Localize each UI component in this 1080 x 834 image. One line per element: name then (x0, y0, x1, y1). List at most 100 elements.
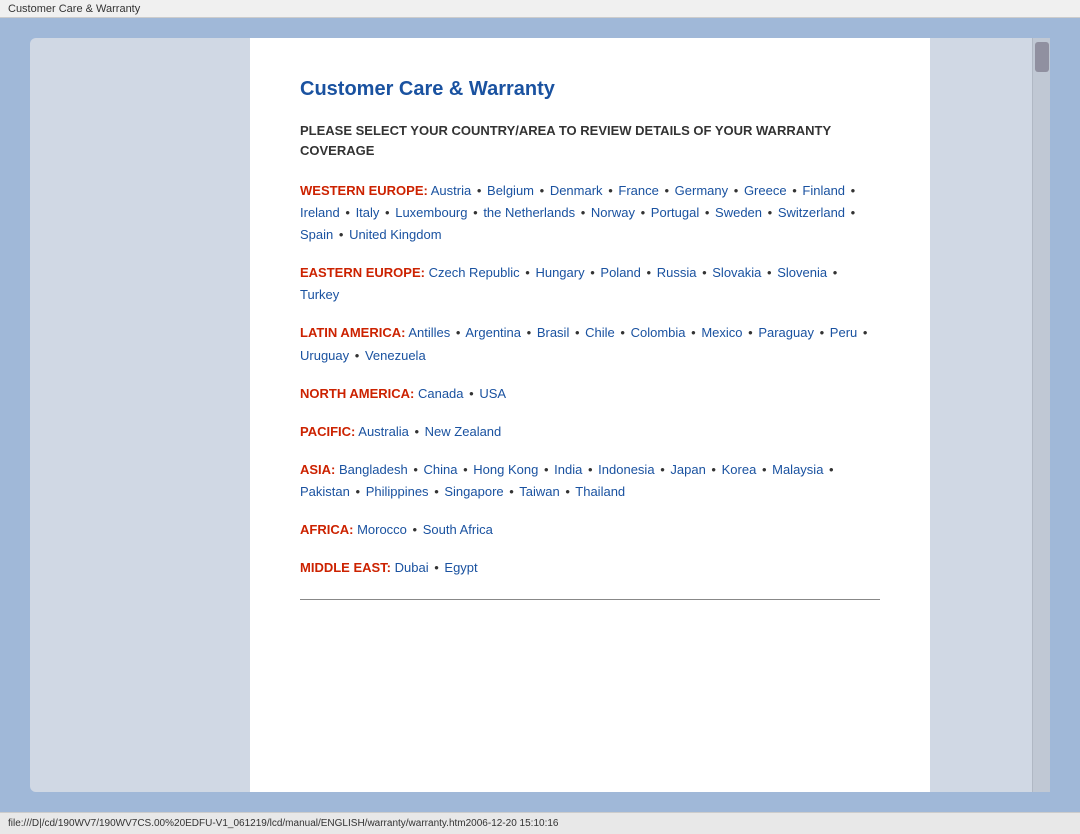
bullet: • (477, 183, 482, 198)
top-bar: Customer Care & Warranty (0, 0, 1080, 18)
country-link-indonesia[interactable]: Indonesia (598, 462, 654, 477)
country-link-india[interactable]: India (554, 462, 582, 477)
bullet: • (581, 205, 586, 220)
country-link-egypt[interactable]: Egypt (444, 560, 477, 575)
country-link-ireland[interactable]: Ireland (300, 205, 340, 220)
bullet: • (527, 325, 532, 340)
bullet: • (851, 183, 856, 198)
bullet: • (660, 462, 665, 477)
country-link-argentina[interactable]: Argentina (465, 325, 521, 340)
country-link-brasil[interactable]: Brasil (537, 325, 570, 340)
bullet: • (575, 325, 580, 340)
bullet: • (833, 265, 838, 280)
country-link-south-africa[interactable]: South Africa (423, 522, 493, 537)
country-link-morocco[interactable]: Morocco (357, 522, 407, 537)
country-link-dubai[interactable]: Dubai (395, 560, 429, 575)
country-link-spain[interactable]: Spain (300, 227, 333, 242)
country-link-belgium[interactable]: Belgium (487, 183, 534, 198)
bullet: • (608, 183, 613, 198)
bullet: • (339, 227, 344, 242)
bullet: • (434, 560, 439, 575)
bullet: • (434, 484, 439, 499)
bullet: • (647, 265, 652, 280)
region-block-middle-east: MIDDLE EAST: Dubai • Egypt (300, 557, 880, 579)
bullet: • (525, 265, 530, 280)
bullet: • (702, 265, 707, 280)
country-link-russia[interactable]: Russia (657, 265, 697, 280)
country-link-canada[interactable]: Canada (418, 386, 464, 401)
bullet: • (768, 205, 773, 220)
country-link-norway[interactable]: Norway (591, 205, 635, 220)
bullet: • (748, 325, 753, 340)
country-link-slovenia[interactable]: Slovenia (777, 265, 827, 280)
country-link-bangladesh[interactable]: Bangladesh (339, 462, 408, 477)
country-link-poland[interactable]: Poland (600, 265, 640, 280)
bullet: • (590, 265, 595, 280)
country-link-italy[interactable]: Italy (356, 205, 380, 220)
country-link-singapore[interactable]: Singapore (444, 484, 503, 499)
country-link-pakistan[interactable]: Pakistan (300, 484, 350, 499)
country-link-usa[interactable]: USA (479, 386, 506, 401)
country-link-korea[interactable]: Korea (722, 462, 757, 477)
outer-wrapper: Customer Care & Warranty PLEASE SELECT Y… (0, 18, 1080, 812)
country-link-colombia[interactable]: Colombia (631, 325, 686, 340)
country-link-venezuela[interactable]: Venezuela (365, 348, 426, 363)
region-label-pacific: PACIFIC: (300, 424, 355, 439)
country-link-france[interactable]: France (618, 183, 658, 198)
country-link-germany[interactable]: Germany (675, 183, 728, 198)
bullet: • (456, 325, 461, 340)
country-link-united-kingdom[interactable]: United Kingdom (349, 227, 442, 242)
country-link-the-netherlands[interactable]: the Netherlands (483, 205, 575, 220)
country-link-peru[interactable]: Peru (830, 325, 857, 340)
country-link-australia[interactable]: Australia (358, 424, 409, 439)
country-link-chile[interactable]: Chile (585, 325, 615, 340)
region-block-africa: AFRICA: Morocco • South Africa (300, 519, 880, 541)
country-link-slovakia[interactable]: Slovakia (712, 265, 761, 280)
bullet: • (509, 484, 514, 499)
country-link-hong-kong[interactable]: Hong Kong (473, 462, 538, 477)
bullet: • (851, 205, 856, 220)
bottom-bar: file:///D|/cd/190WV7/190WV7CS.00%20EDFU-… (0, 812, 1080, 834)
country-link-finland[interactable]: Finland (802, 183, 845, 198)
scrollbar[interactable] (1032, 38, 1050, 792)
country-link-thailand[interactable]: Thailand (575, 484, 625, 499)
bullet: • (734, 183, 739, 198)
bullet: • (820, 325, 825, 340)
country-link-denmark[interactable]: Denmark (550, 183, 603, 198)
bullet: • (414, 424, 419, 439)
bullet: • (345, 205, 350, 220)
bullet: • (829, 462, 834, 477)
country-link-japan[interactable]: Japan (670, 462, 705, 477)
country-link-sweden[interactable]: Sweden (715, 205, 762, 220)
region-block-latin-america: LATIN AMERICA: Antilles • Argentina • Br… (300, 322, 880, 366)
bullet: • (356, 484, 361, 499)
country-link-paraguay[interactable]: Paraguay (758, 325, 814, 340)
bullet: • (664, 183, 669, 198)
bullet: • (588, 462, 593, 477)
country-link-switzerland[interactable]: Switzerland (778, 205, 845, 220)
bullet: • (473, 205, 478, 220)
country-link-antilles[interactable]: Antilles (408, 325, 450, 340)
region-block-north-america: NORTH AMERICA: Canada • USA (300, 383, 880, 405)
region-block-eastern-europe: EASTERN EUROPE: Czech Republic • Hungary… (300, 262, 880, 306)
region-block-pacific: PACIFIC: Australia • New Zealand (300, 421, 880, 443)
bullet: • (767, 265, 772, 280)
country-link-malaysia[interactable]: Malaysia (772, 462, 823, 477)
country-link-turkey[interactable]: Turkey (300, 287, 339, 302)
country-link-greece[interactable]: Greece (744, 183, 787, 198)
country-link-china[interactable]: China (424, 462, 458, 477)
main-content-area: Customer Care & Warranty PLEASE SELECT Y… (250, 38, 930, 792)
region-label-latin-america: LATIN AMERICA: (300, 325, 405, 340)
country-link-mexico[interactable]: Mexico (701, 325, 742, 340)
country-link-austria[interactable]: Austria (431, 183, 471, 198)
country-link-hungary[interactable]: Hungary (535, 265, 584, 280)
scroll-thumb[interactable] (1035, 42, 1049, 72)
country-link-czech-republic[interactable]: Czech Republic (429, 265, 520, 280)
country-link-portugal[interactable]: Portugal (651, 205, 699, 220)
country-link-philippines[interactable]: Philippines (366, 484, 429, 499)
country-link-uruguay[interactable]: Uruguay (300, 348, 349, 363)
country-link-luxembourg[interactable]: Luxembourg (395, 205, 467, 220)
country-link-new-zealand[interactable]: New Zealand (425, 424, 502, 439)
bullet: • (711, 462, 716, 477)
country-link-taiwan[interactable]: Taiwan (519, 484, 559, 499)
